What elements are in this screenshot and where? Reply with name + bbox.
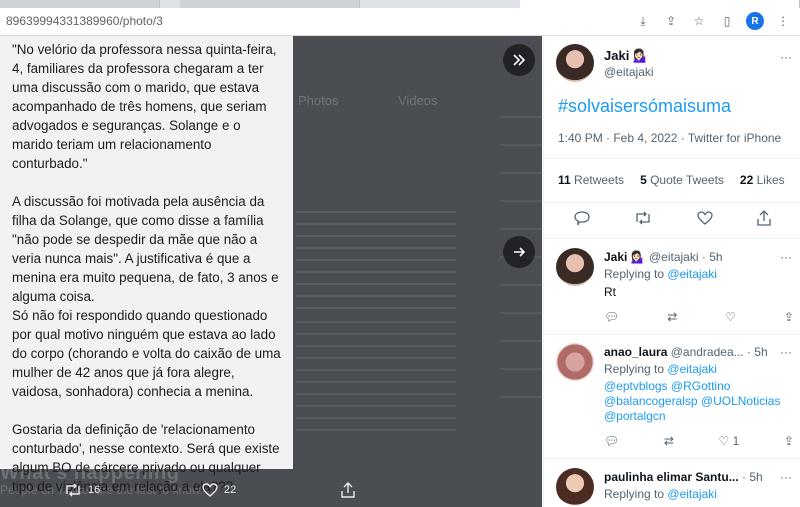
install-icon[interactable]: ⤓ [634,12,652,30]
divider [544,158,800,159]
reply-button[interactable] [574,210,590,226]
tab-strip [0,0,800,8]
bg-tab-photos: Photos [298,93,339,108]
media-like-count: 22 [224,483,237,496]
share-icon [341,481,355,498]
reply-header[interactable]: Jaki 💁🏻‍♀️ @eitajaki · 5h [604,250,723,264]
like-button[interactable] [696,210,713,226]
reply-avatar[interactable] [556,343,594,381]
heart-icon: ♡ [718,434,730,448]
bookmark-star-icon[interactable]: ☆ [690,12,708,30]
retweet-button[interactable] [634,210,652,226]
retweet-icon[interactable]: ⇄ [667,310,677,324]
media-retweet-count: 16 [88,483,101,496]
next-photo-button[interactable] [503,236,535,268]
share-icon[interactable]: ⇪ [784,434,794,448]
photo-paragraph: "No velório da professora nessa quinta-f… [12,42,277,171]
mention-link[interactable]: @eptvblogs @RGottino [604,379,780,394]
bg-article-text [296,321,456,431]
address-bar[interactable]: 89639994331389960/photo/3 ⤓ ⇪ ☆ ▯ R ⋮ [0,8,800,36]
share-icon[interactable]: ⇪ [784,310,794,324]
divider [544,334,800,335]
photo-paragraph: A discussão foi motivada pela ausência d… [12,194,279,304]
author-handle[interactable]: @eitajaki [604,65,654,79]
replying-to: Replying to @eitajaki [604,487,717,501]
browser-tab[interactable] [180,0,360,8]
media-action-bar: 16 22 [0,472,542,507]
retweet-icon [66,483,80,496]
media-share-button[interactable] [341,481,355,498]
share-button[interactable] [757,210,771,226]
divider [544,458,800,459]
reply-header[interactable]: anao_laura @andradea... · 5h [604,345,768,359]
reply-avatar[interactable] [556,468,594,506]
media-like-button[interactable]: 22 [202,482,237,497]
reply-avatar[interactable] [556,248,594,286]
tweet-stats: 11 Retweets 5 Quote Tweets 22 Likes [558,173,785,187]
mention-link[interactable]: @portalgcn [604,409,780,424]
retweet-icon[interactable]: ⇄ [664,434,674,448]
replying-to: Replying to @eitajaki [604,267,717,281]
share-icon [757,210,771,226]
reply-icon[interactable]: 💬︎ [604,434,619,448]
tweet-timestamp[interactable]: 1:40 PM · Feb 4, 2022 · Twitter for iPho… [558,131,781,145]
reply-actions: 💬︎ ⇄ ♡ ⇪ [604,310,794,324]
media-retweet-button[interactable]: 16 [64,483,100,497]
arrow-right-icon [514,247,526,257]
tweet-photo[interactable]: "No velório da professora nessa quinta-f… [0,36,293,494]
divider [544,202,800,203]
browser-tab-active[interactable] [520,0,800,8]
replying-to: Replying to @eitajaki [604,362,717,376]
reply-mentions: @eptvblogs @RGottino @balancogeralsp @UO… [604,379,780,424]
author-name[interactable]: Jaki 💁🏻‍♀️ [604,48,649,64]
more-options-icon[interactable]: ··· [780,250,792,264]
extensions-icon[interactable]: ▯ [718,12,736,30]
photo-paragraph: Só não foi respondido quando questionado… [12,308,281,399]
heart-icon [696,211,713,225]
retweets-stat[interactable]: 11 Retweets [558,173,624,187]
like-button[interactable]: ♡ 1 [719,434,740,448]
url-text[interactable]: 89639994331389960/photo/3 [6,14,163,28]
retweet-icon [636,211,651,225]
browser-tab[interactable] [0,0,160,8]
reply-text: Rt [604,285,616,299]
double-chevron-right-icon [513,54,526,66]
menu-icon[interactable]: ⋮ [774,12,792,30]
likes-stat[interactable]: 22 Likes [740,173,785,187]
reply-header[interactable]: paulinha elimar Santu... · 5h [604,470,763,484]
reply-icon[interactable]: 💬︎ [604,310,619,324]
bg-tab-videos: Videos [398,93,438,108]
more-options-icon[interactable]: ··· [780,470,792,484]
author-avatar[interactable] [556,44,594,82]
like-count: 1 [732,434,740,448]
quotes-stat[interactable]: 5 Quote Tweets [640,173,724,187]
more-options-icon[interactable]: ··· [780,50,792,64]
collapse-panel-button[interactable] [503,44,535,76]
divider [544,238,800,239]
tweet-detail-panel: Jaki 💁🏻‍♀️ @eitajaki ··· #solvaisersómai… [543,36,800,507]
tweet-hashtag[interactable]: #solvaisersómaisuma [558,96,731,117]
heart-icon [202,482,218,497]
bg-article-text [296,211,456,311]
tweet-actions [544,210,800,226]
reply-icon [574,210,590,225]
share-icon[interactable]: ⇪ [662,12,680,30]
mention-link[interactable]: @balancogeralsp @UOLNoticias [604,394,780,409]
reply-actions: 💬︎ ⇄ ♡ 1 ⇪ [604,434,794,448]
heart-icon[interactable]: ♡ [725,310,736,324]
more-options-icon[interactable]: ··· [780,345,792,359]
profile-avatar[interactable]: R [746,12,764,30]
